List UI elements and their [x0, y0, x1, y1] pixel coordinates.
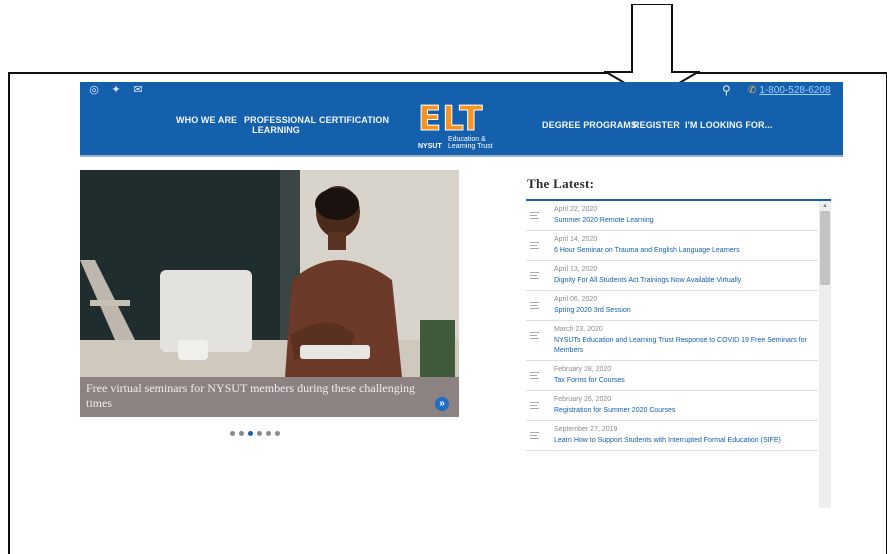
- nav-professional-learning[interactable]: PROFESSIONAL LEARNING: [244, 115, 316, 135]
- main-navigation: WHO WE ARE PROFESSIONAL LEARNING CERTIFI…: [80, 99, 843, 157]
- latest-title: The Latest:: [527, 176, 595, 191]
- next-slide-button[interactable]: »: [435, 397, 449, 411]
- latest-news-list: April 22, 2020 Summer 2020 Remote Learnin…: [526, 201, 818, 508]
- nav-who-we-are[interactable]: WHO WE ARE: [176, 115, 237, 125]
- news-date: April 14, 2020: [554, 236, 598, 243]
- news-link[interactable]: Tax Forms for Courses: [554, 376, 818, 386]
- carousel-dot[interactable]: [275, 431, 280, 436]
- news-item[interactable]: September 27, 2019 Learn How to Support S…: [526, 421, 818, 451]
- news-link[interactable]: Registration for Summer 2020 Courses: [554, 406, 818, 416]
- news-link[interactable]: Dignity For All Students Act Trainings N…: [554, 276, 818, 286]
- news-date: April 13, 2020: [554, 266, 598, 273]
- instagram-icon[interactable]: ◎: [88, 84, 100, 96]
- nav-certification[interactable]: CERTIFICATION: [319, 115, 389, 125]
- list-icon: [530, 432, 539, 440]
- list-icon: [530, 242, 539, 250]
- news-date: February 28, 2020: [554, 366, 612, 373]
- phone-link[interactable]: ✆ 1-800-528-6208: [748, 85, 831, 96]
- carousel-dot[interactable]: [230, 431, 235, 436]
- scroll-up-arrow-icon[interactable]: ▲: [819, 201, 831, 211]
- list-icon: [530, 332, 539, 340]
- news-link[interactable]: NYSUTs Education and Learning Trust Resp…: [554, 336, 818, 356]
- elt-logo[interactable]: ELT NYSUT Education & Learning Trust: [417, 99, 510, 152]
- nav-looking-for[interactable]: I'M LOOKING FOR...: [685, 120, 772, 130]
- scroll-thumb[interactable]: [820, 211, 830, 285]
- list-icon: [530, 212, 539, 220]
- carousel-dot[interactable]: [266, 431, 271, 436]
- nav-register[interactable]: REGISTER: [633, 120, 680, 130]
- logo-org: NYSUT: [418, 143, 442, 150]
- news-date: April 22, 2020: [554, 206, 598, 213]
- caption-text[interactable]: Free virtual seminars for NYSUT members …: [86, 381, 416, 411]
- news-date: February 26, 2020: [554, 396, 612, 403]
- news-link[interactable]: Spring 2020 3rd Session: [554, 306, 818, 316]
- news-item[interactable]: April 14, 2020 6 Hour Seminar on Trauma a…: [526, 231, 818, 261]
- carousel-caption[interactable]: Free virtual seminars for NYSUT members …: [80, 377, 459, 417]
- phone-number: 1-800-528-6208: [759, 85, 831, 96]
- news-scrollbar[interactable]: ▲: [819, 201, 831, 508]
- news-date: March 23, 2020: [554, 326, 603, 333]
- news-item[interactable]: February 28, 2020 Tax Forms for Courses: [526, 361, 818, 391]
- logo-subtitle: Education & Learning Trust: [448, 136, 493, 150]
- news-date: September 27, 2019: [554, 426, 618, 433]
- list-icon: [530, 402, 539, 410]
- carousel-dots: [230, 431, 280, 436]
- news-item[interactable]: April 22, 2020 Summer 2020 Remote Learnin…: [526, 201, 818, 231]
- news-item[interactable]: April 06, 2020 Spring 2020 3rd Session: [526, 291, 818, 321]
- hero-photo: [80, 170, 459, 377]
- news-item[interactable]: February 26, 2020 Registration for Summer…: [526, 391, 818, 421]
- list-icon: [530, 372, 539, 380]
- search-icon[interactable]: ⚲: [722, 83, 731, 97]
- mail-icon[interactable]: ✉: [132, 84, 144, 96]
- news-link[interactable]: Learn How to Support Students with Inter…: [554, 436, 818, 446]
- list-icon: [530, 272, 539, 280]
- carousel-dot[interactable]: [257, 431, 262, 436]
- carousel-dot[interactable]: [248, 431, 253, 436]
- phone-icon: ✆: [748, 85, 757, 96]
- list-icon: [530, 302, 539, 310]
- news-link[interactable]: 6 Hour Seminar on Trauma and English Lan…: [554, 246, 818, 256]
- social-links: ◎ ✦ ✉: [88, 84, 144, 96]
- twitter-icon[interactable]: ✦: [110, 84, 122, 96]
- logo-mark: ELT: [417, 99, 484, 140]
- carousel-dot[interactable]: [239, 431, 244, 436]
- news-link[interactable]: Summer 2020 Remote Learning: [554, 216, 818, 226]
- news-date: April 06, 2020: [554, 296, 598, 303]
- news-item[interactable]: March 23, 2020 NYSUTs Education and Learn…: [526, 321, 818, 361]
- news-item[interactable]: April 13, 2020 Dignity For All Students A…: [526, 261, 818, 291]
- nav-degree-programs[interactable]: DEGREE PROGRAMS: [542, 120, 637, 130]
- hero-carousel[interactable]: Free virtual seminars for NYSUT members …: [80, 170, 459, 417]
